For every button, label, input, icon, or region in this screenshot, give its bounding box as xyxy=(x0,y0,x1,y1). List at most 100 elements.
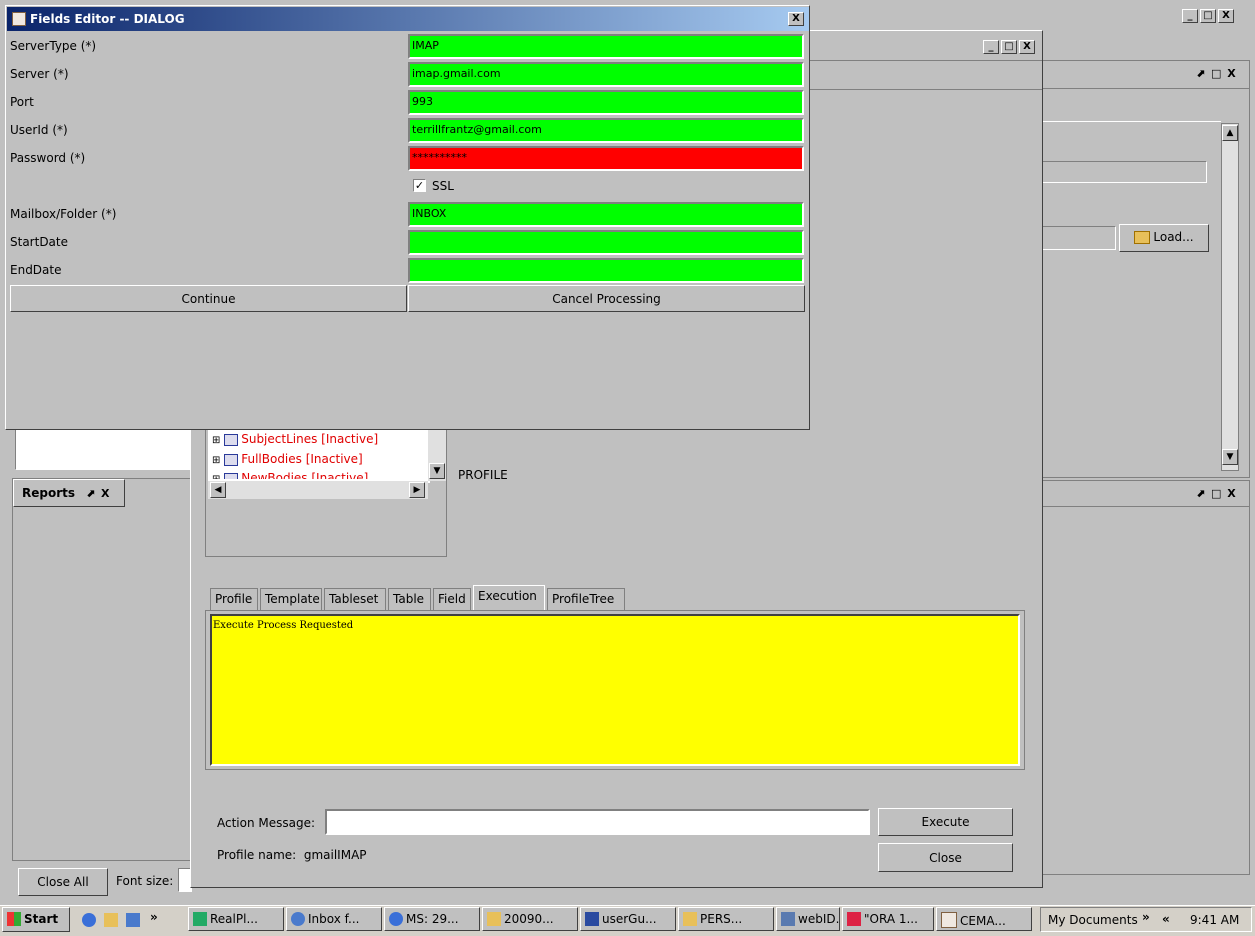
panel-controls-2[interactable]: ⬈ □ X xyxy=(1196,487,1237,500)
enddate-field[interactable] xyxy=(408,258,804,283)
password-label: Password (*) xyxy=(10,151,86,165)
continue-button[interactable]: Continue xyxy=(10,285,407,312)
mailbox-label: Mailbox/Folder (*) xyxy=(10,207,117,221)
reports-title: Reports xyxy=(22,486,76,500)
tab-execution[interactable]: Execution xyxy=(473,585,545,611)
quicklaunch-more-icon[interactable]: » xyxy=(150,910,158,924)
editor-maximize-icon[interactable]: □ xyxy=(1001,40,1017,54)
scroll-up-icon[interactable]: ▲ xyxy=(1222,125,1238,141)
taskbar-item[interactable]: webID... xyxy=(776,907,840,931)
start-label: Start xyxy=(24,912,59,926)
userid-field[interactable]: terrillfrantz@gmail.com xyxy=(408,118,804,143)
scroll-down-icon[interactable]: ▼ xyxy=(1222,449,1238,465)
tree-hscroll[interactable] xyxy=(208,481,428,499)
taskbar-item-label: CEMA... xyxy=(960,914,1006,928)
taskbar-item[interactable]: PERS... xyxy=(678,907,774,931)
taskbar-item-label: 20090... xyxy=(504,912,554,926)
reports-tab[interactable]: Reports ⬈ X xyxy=(13,479,125,507)
right-top-panel: ⬈ □ X Load... ▲ ▼ xyxy=(1040,60,1250,478)
dialog-close-icon[interactable]: X xyxy=(788,12,804,26)
left-upper-list xyxy=(15,425,190,470)
ssl-checkbox[interactable]: ✓ xyxy=(413,179,426,192)
close-icon[interactable]: X xyxy=(1218,9,1234,23)
java-icon xyxy=(12,12,26,26)
action-message-input[interactable] xyxy=(325,809,870,835)
taskbar-item[interactable]: 20090... xyxy=(482,907,578,931)
font-size-label: Font size: xyxy=(116,874,174,888)
enddate-label: EndDate xyxy=(10,263,62,277)
ie-icon[interactable] xyxy=(82,913,96,927)
dialog-title: Fields Editor -- DIALOG xyxy=(30,12,185,26)
taskbar-item[interactable]: "ORA 1... xyxy=(842,907,934,931)
panel-controls[interactable]: ⬈ □ X xyxy=(1196,67,1237,80)
port-label: Port xyxy=(10,95,34,109)
tree-scroll-left-icon[interactable]: ◀ xyxy=(210,482,226,498)
folder-icon[interactable] xyxy=(104,913,118,927)
right-input-1[interactable] xyxy=(1041,161,1207,183)
tree-item-label: FullBodies [Inactive] xyxy=(241,452,363,466)
profile-label: PROFILE xyxy=(458,468,508,482)
clock: 9:41 AM xyxy=(1190,913,1240,927)
start-button[interactable]: Start xyxy=(2,907,70,932)
taskbar-item[interactable]: MS: 29... xyxy=(384,907,480,931)
mailbox-field[interactable]: INBOX xyxy=(408,202,804,227)
servertype-label: ServerType (*) xyxy=(10,39,97,53)
tree-item-label: NewBodies [Inactive] xyxy=(241,471,369,479)
tab-field[interactable]: Field xyxy=(433,588,471,610)
editor-close-icon[interactable]: X xyxy=(1019,40,1035,54)
cancel-processing-button[interactable]: Cancel Processing xyxy=(408,285,805,312)
tray-collapse-icon[interactable]: « xyxy=(1162,912,1170,926)
tree-item[interactable]: ⊞ SubjectLines [Inactive] xyxy=(212,432,378,446)
right-input-2[interactable] xyxy=(1041,226,1116,250)
port-field[interactable]: 993 xyxy=(408,90,804,115)
tree-item-label: SubjectLines [Inactive] xyxy=(241,432,379,446)
outlook-icon[interactable] xyxy=(126,913,140,927)
startdate-label: StartDate xyxy=(10,235,68,249)
right-bottom-panel: ⬈ □ X xyxy=(1040,480,1250,875)
editor-minimize-icon[interactable]: _ xyxy=(983,40,999,54)
tree-item[interactable]: ⊞ NewBodies [Inactive] xyxy=(212,471,368,479)
execute-button[interactable]: Execute xyxy=(878,808,1013,836)
password-field[interactable]: ********** xyxy=(408,146,804,171)
folder-icon xyxy=(683,912,697,926)
tree-scroll-down-icon[interactable]: ▼ xyxy=(429,463,445,479)
minimize-icon[interactable]: _ xyxy=(1182,9,1198,23)
action-message-label: Action Message: xyxy=(217,816,316,830)
execution-log[interactable]: Execute Process Requested xyxy=(210,614,1020,766)
maximize-icon[interactable]: □ xyxy=(1200,9,1216,23)
tab-profile[interactable]: Profile xyxy=(210,588,258,610)
taskbar-item[interactable]: CEMA... xyxy=(936,907,1032,931)
tree-scroll-right-icon[interactable]: ▶ xyxy=(409,482,425,498)
taskbar-item[interactable]: RealPl... xyxy=(188,907,284,931)
tree-item[interactable]: ⊞ FullBodies [Inactive] xyxy=(212,452,363,466)
tab-template[interactable]: Template xyxy=(260,588,322,610)
app-icon xyxy=(781,912,795,926)
tab-table[interactable]: Table xyxy=(388,588,431,610)
right-scrollbar[interactable] xyxy=(1221,123,1239,471)
taskbar-item-label: MS: 29... xyxy=(406,912,459,926)
folder-icon xyxy=(1134,231,1151,244)
startdate-field[interactable] xyxy=(408,230,804,255)
tray-more-icon[interactable]: » xyxy=(1142,910,1150,924)
tab-profiletree[interactable]: ProfileTree xyxy=(547,588,625,610)
load-button-label: Load... xyxy=(1153,230,1194,244)
taskbar-item-label: RealPl... xyxy=(210,912,258,926)
ssl-label: SSL xyxy=(432,179,454,193)
tray-label[interactable]: My Documents xyxy=(1048,913,1138,927)
reports-controls[interactable]: ⬈ X xyxy=(86,487,111,500)
taskbar-item[interactable]: Inbox f... xyxy=(286,907,382,931)
tab-tableset[interactable]: Tableset xyxy=(324,588,386,610)
java-icon xyxy=(941,912,957,928)
taskbar-item-label: userGu... xyxy=(602,912,657,926)
document-icon xyxy=(224,473,239,479)
taskbar-item[interactable]: userGu... xyxy=(580,907,676,931)
word-icon xyxy=(585,912,599,926)
close-all-button[interactable]: Close All xyxy=(18,868,108,896)
document-icon xyxy=(224,434,239,446)
load-button[interactable]: Load... xyxy=(1119,224,1209,252)
server-field[interactable]: imap.gmail.com xyxy=(408,62,804,87)
ora-icon xyxy=(847,912,861,926)
servertype-field[interactable]: IMAP xyxy=(408,34,804,59)
close-button[interactable]: Close xyxy=(878,843,1013,872)
folder-icon xyxy=(487,912,501,926)
